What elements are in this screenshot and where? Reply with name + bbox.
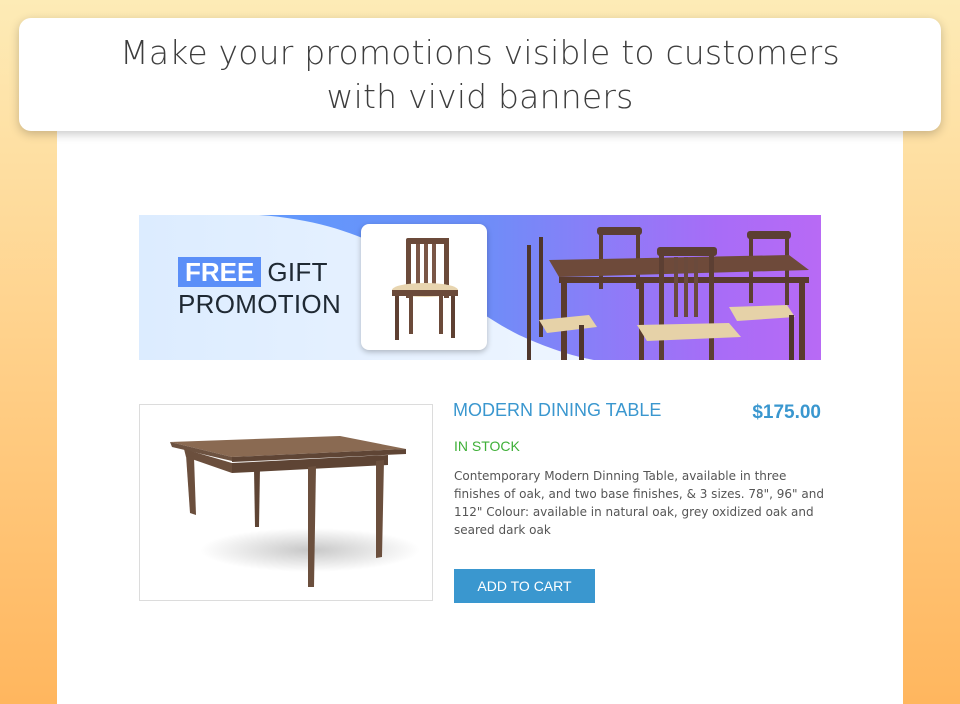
chair-icon	[392, 238, 458, 340]
promotion-label: PROMOTION	[178, 289, 342, 319]
product-description: Contemporary Modern Dinning Table, avail…	[454, 469, 824, 537]
product-price: $175.00	[752, 402, 821, 423]
headline-line-1: Make your promotions visible to customer…	[120, 32, 840, 72]
promo-banner[interactable]: FREE GIFT PROMOTION	[139, 215, 821, 360]
free-badge: FREE	[178, 257, 262, 287]
headline: Make your promotions visible to customer…	[120, 31, 840, 119]
dining-set-icon	[527, 227, 809, 360]
banner-title: FREE GIFT PROMOTION	[178, 256, 341, 320]
stock-status: IN STOCK	[454, 438, 520, 454]
dining-table-icon	[170, 436, 420, 587]
gift-chair-card	[361, 224, 487, 350]
headline-card: Make your promotions visible to customer…	[19, 18, 941, 131]
product-image[interactable]	[139, 404, 433, 601]
gift-label: GIFT	[267, 257, 328, 287]
product-title[interactable]: MODERN DINING TABLE	[453, 400, 661, 421]
add-to-cart-button[interactable]: ADD TO CART	[454, 569, 595, 603]
headline-line-2: with vivid banners	[326, 76, 634, 116]
